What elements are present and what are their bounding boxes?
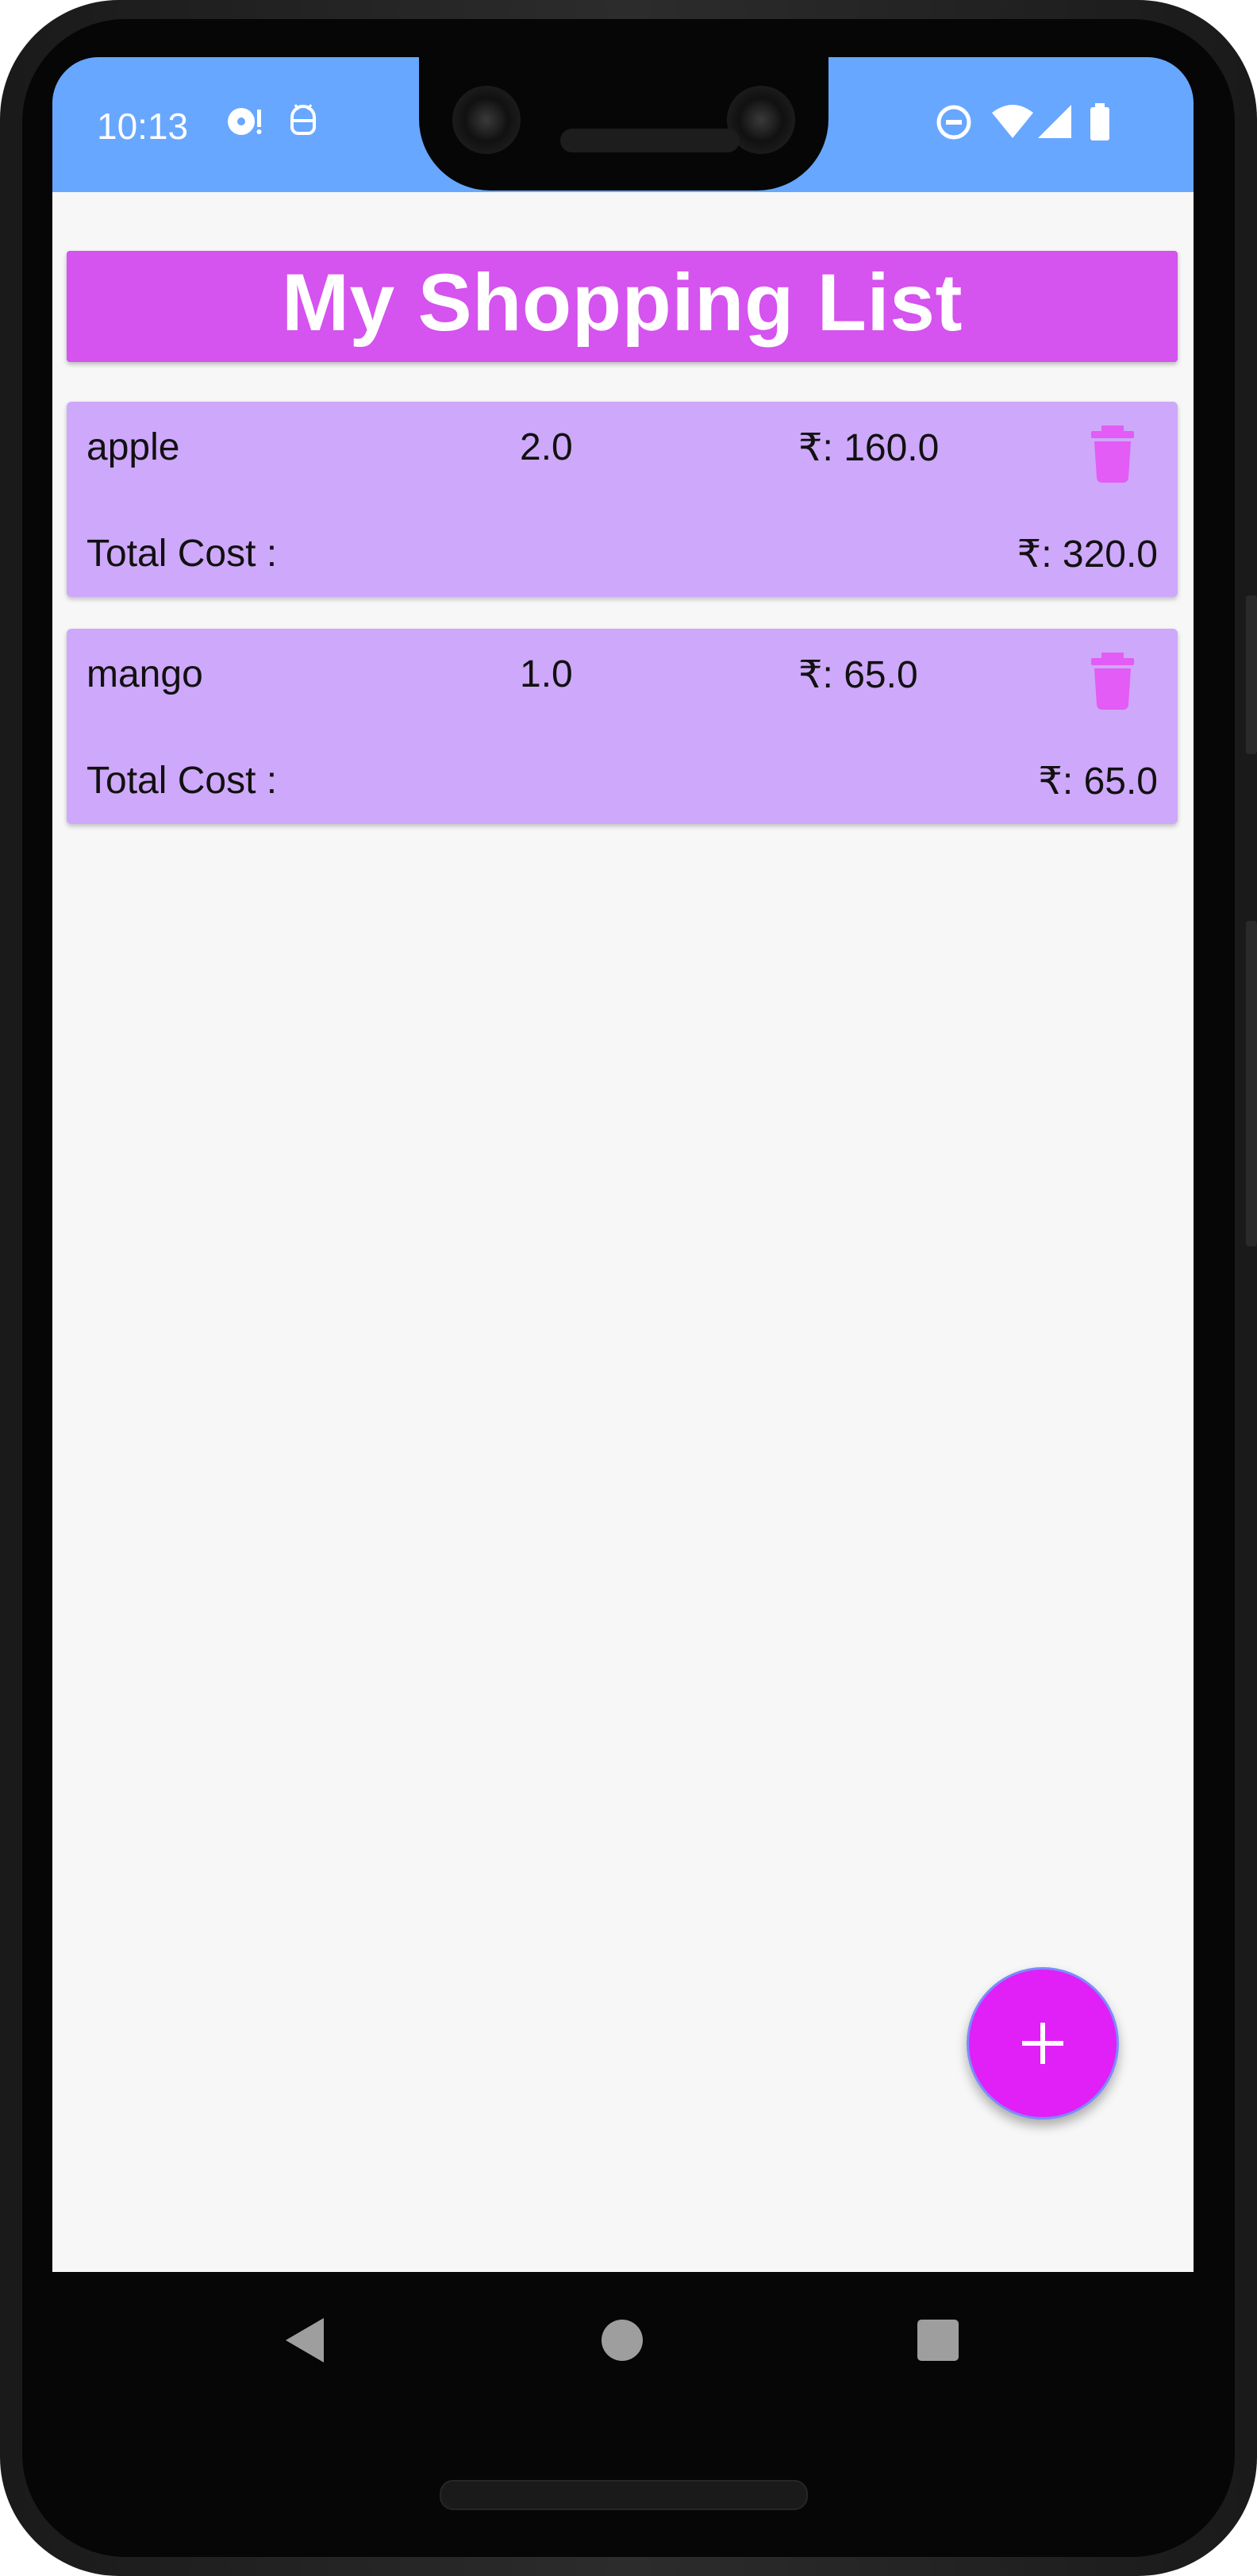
- total-cost-value: ₹: 320.0: [1017, 533, 1158, 576]
- status-bar: 10:13: [52, 57, 1194, 192]
- app-content: My Shopping List apple 2.0 ₹: 160.0 Tota…: [52, 192, 1194, 2272]
- total-cost-label: Total Cost :: [86, 533, 278, 575]
- item-name: apple: [86, 426, 180, 468]
- list-item[interactable]: apple 2.0 ₹: 160.0 Total Cost : ₹: 320.0: [67, 402, 1178, 597]
- front-camera-left: [452, 86, 521, 154]
- battery-icon: [1090, 103, 1109, 141]
- recents-square-icon[interactable]: [916, 2318, 960, 2362]
- total-cost-label: Total Cost :: [86, 760, 278, 802]
- page-title: My Shopping List: [282, 256, 963, 348]
- home-circle-icon[interactable]: [600, 2318, 644, 2362]
- item-price: ₹: 160.0: [798, 427, 940, 469]
- status-time: 10:13: [97, 106, 189, 147]
- list-item[interactable]: mango 1.0 ₹: 65.0 Total Cost : ₹: 65.0: [67, 629, 1178, 824]
- app-bar: My Shopping List: [67, 251, 1178, 362]
- back-triangle-icon[interactable]: [283, 2316, 327, 2364]
- do-not-disturb-icon: [936, 105, 971, 140]
- screen: 10:13 My Shopping List apple 2.0 ₹: 160.…: [52, 57, 1194, 2407]
- plus-icon: [1022, 2023, 1063, 2064]
- item-name: mango: [86, 653, 203, 695]
- volume-button: [1246, 921, 1257, 1246]
- earpiece-speaker: [560, 129, 740, 152]
- navigation-bar: [52, 2272, 1194, 2407]
- media-notification-icon: [228, 108, 262, 135]
- camera-notch: [419, 57, 828, 191]
- wifi-icon: [992, 105, 1033, 138]
- android-notification-icon: [290, 104, 316, 135]
- item-quantity: 1.0: [520, 653, 573, 695]
- cellular-signal-icon: [1038, 105, 1071, 138]
- bottom-speaker: [440, 2480, 808, 2510]
- item-price: ₹: 65.0: [798, 654, 918, 696]
- total-cost-value: ₹: 65.0: [1038, 760, 1158, 803]
- add-item-button[interactable]: [967, 1967, 1119, 2120]
- phone-frame: 10:13 My Shopping List apple 2.0 ₹: 160.…: [0, 0, 1257, 2576]
- item-quantity: 2.0: [520, 426, 573, 468]
- trash-icon[interactable]: [1089, 425, 1136, 483]
- power-button: [1246, 595, 1257, 754]
- trash-icon[interactable]: [1089, 653, 1136, 710]
